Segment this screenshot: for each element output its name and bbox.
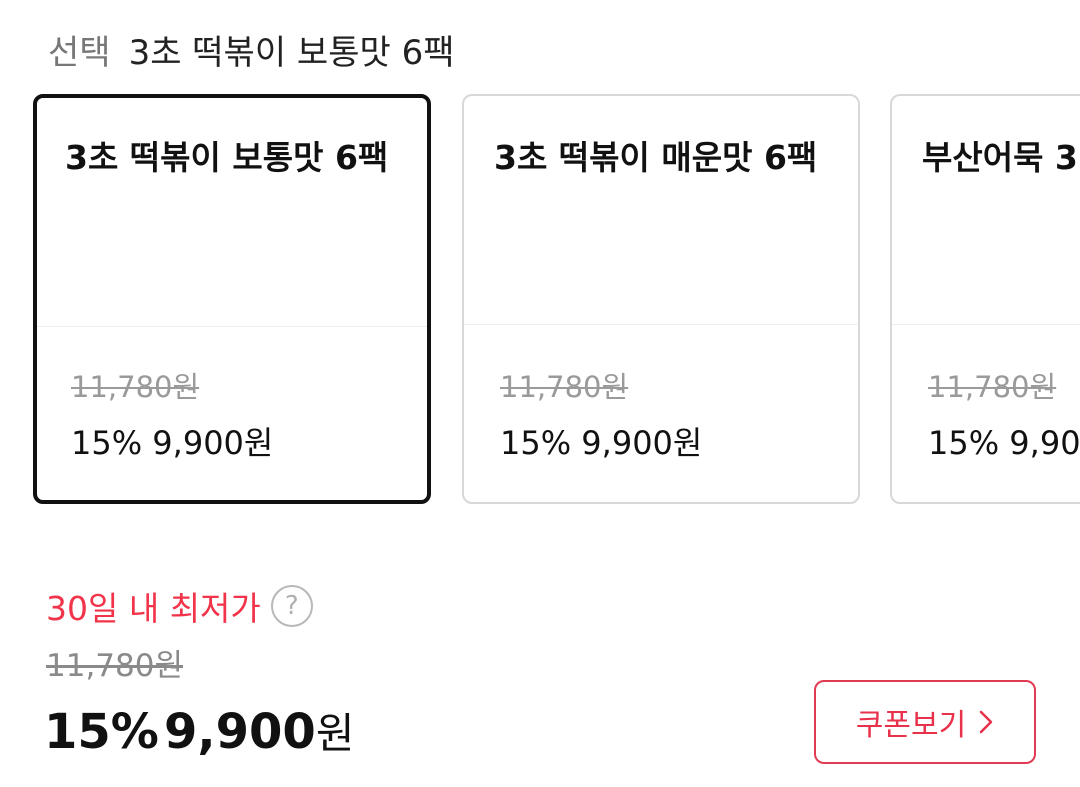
selected-option-summary: 선택 3초 떡볶이 보통맛 6팩 [48,30,455,76]
option-card-list: 3초 떡볶이 보통맛 6팩 11,780원 15% 9,900원 3초 떡볶이 … [33,94,1080,506]
chevron-right-icon [978,709,994,735]
lowest-price-label: 30일 내 최저가 [46,589,261,628]
original-price: 11,780원 [46,648,183,684]
option-original-price: 11,780원 [71,370,200,404]
coupon-button-label: 쿠폰보기 [855,708,967,743]
option-divider [464,324,858,325]
option-original-price: 11,780원 [500,370,629,404]
option-card-normal-spicy[interactable]: 3초 떡볶이 보통맛 6팩 11,780원 15% 9,900원 [33,94,431,504]
option-name: 부산어묵 3 [922,138,1078,177]
discount-rate: 15% [44,704,159,760]
selection-label: 선택 [48,33,111,73]
option-card-hot-spicy[interactable]: 3초 떡볶이 매운맛 6팩 11,780원 15% 9,900원 [462,94,860,504]
option-divider [37,326,427,327]
selection-value: 3초 떡볶이 보통맛 6팩 [128,33,455,73]
question-circle-icon[interactable]: ? [270,585,313,627]
currency-unit: 원 [315,709,355,758]
option-sale-price: 15% 9,900원 [500,424,703,462]
option-sale-price: 15% 9,900원 [71,424,274,462]
option-card-busan-fishcake[interactable]: 부산어묵 3 11,780원 15% 9,900원 [890,94,1080,504]
sale-amount: 9,900 [163,704,316,760]
product-option-page: 선택 3초 떡볶이 보통맛 6팩 3초 떡볶이 보통맛 6팩 11,780원 15… [0,0,1080,787]
final-price: 15% 9,900원 [44,700,354,761]
option-divider [892,324,1080,325]
view-coupon-button[interactable]: 쿠폰보기 [814,680,1036,764]
option-original-price: 11,780원 [928,370,1057,404]
lowest-price-30-days: 30일 내 최저가 ? [46,583,313,629]
option-name: 3초 떡볶이 매운맛 6팩 [494,138,818,177]
option-sale-price: 15% 9,900원 [928,424,1080,462]
option-name: 3초 떡볶이 보통맛 6팩 [65,138,389,177]
